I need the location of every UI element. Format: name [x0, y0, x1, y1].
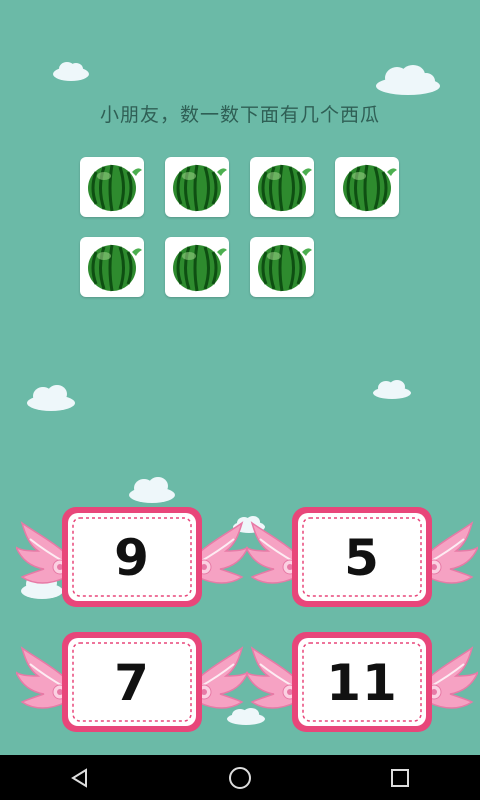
cloud-decoration [376, 65, 440, 95]
watermelon-tile [80, 157, 144, 217]
watermelon-tile [250, 237, 314, 297]
answer-label: 7 [114, 654, 150, 712]
recents-square-icon [391, 768, 409, 787]
back-button[interactable] [50, 755, 110, 800]
answer-label: 5 [344, 529, 380, 587]
watermelon-tile [165, 157, 229, 217]
question-text: 小朋友，数一数下面有几个西瓜 [99, 104, 380, 126]
answer-button-9[interactable]: 9 [16, 503, 248, 613]
home-circle-icon [229, 766, 251, 789]
watermelon-icon [86, 163, 142, 213]
watermelon-tile [165, 237, 229, 297]
cloud-decoration [53, 62, 89, 81]
cloud-decoration [373, 380, 411, 399]
watermelon-tile [80, 237, 144, 297]
watermelon-icon [171, 163, 227, 213]
watermelon-icon [171, 243, 227, 293]
answer-label: 9 [114, 529, 150, 587]
watermelon-icon [341, 163, 397, 213]
watermelon-icon [256, 243, 312, 293]
answer-label: 11 [326, 654, 398, 712]
home-button[interactable] [210, 755, 270, 800]
answer-button-7[interactable]: 7 [16, 628, 248, 738]
watermelon-icon [256, 163, 312, 213]
cloud-decoration [129, 477, 175, 503]
answer-button-5[interactable]: 5 [246, 503, 478, 613]
answer-button-11[interactable]: 11 [246, 628, 478, 738]
recents-button[interactable] [370, 755, 430, 800]
watermelon-tile [335, 157, 399, 217]
watermelon-icon [86, 243, 142, 293]
cloud-decoration [27, 385, 75, 411]
watermelon-tile [250, 157, 314, 217]
system-navigation-bar [0, 755, 480, 800]
back-triangle-icon [71, 767, 87, 788]
